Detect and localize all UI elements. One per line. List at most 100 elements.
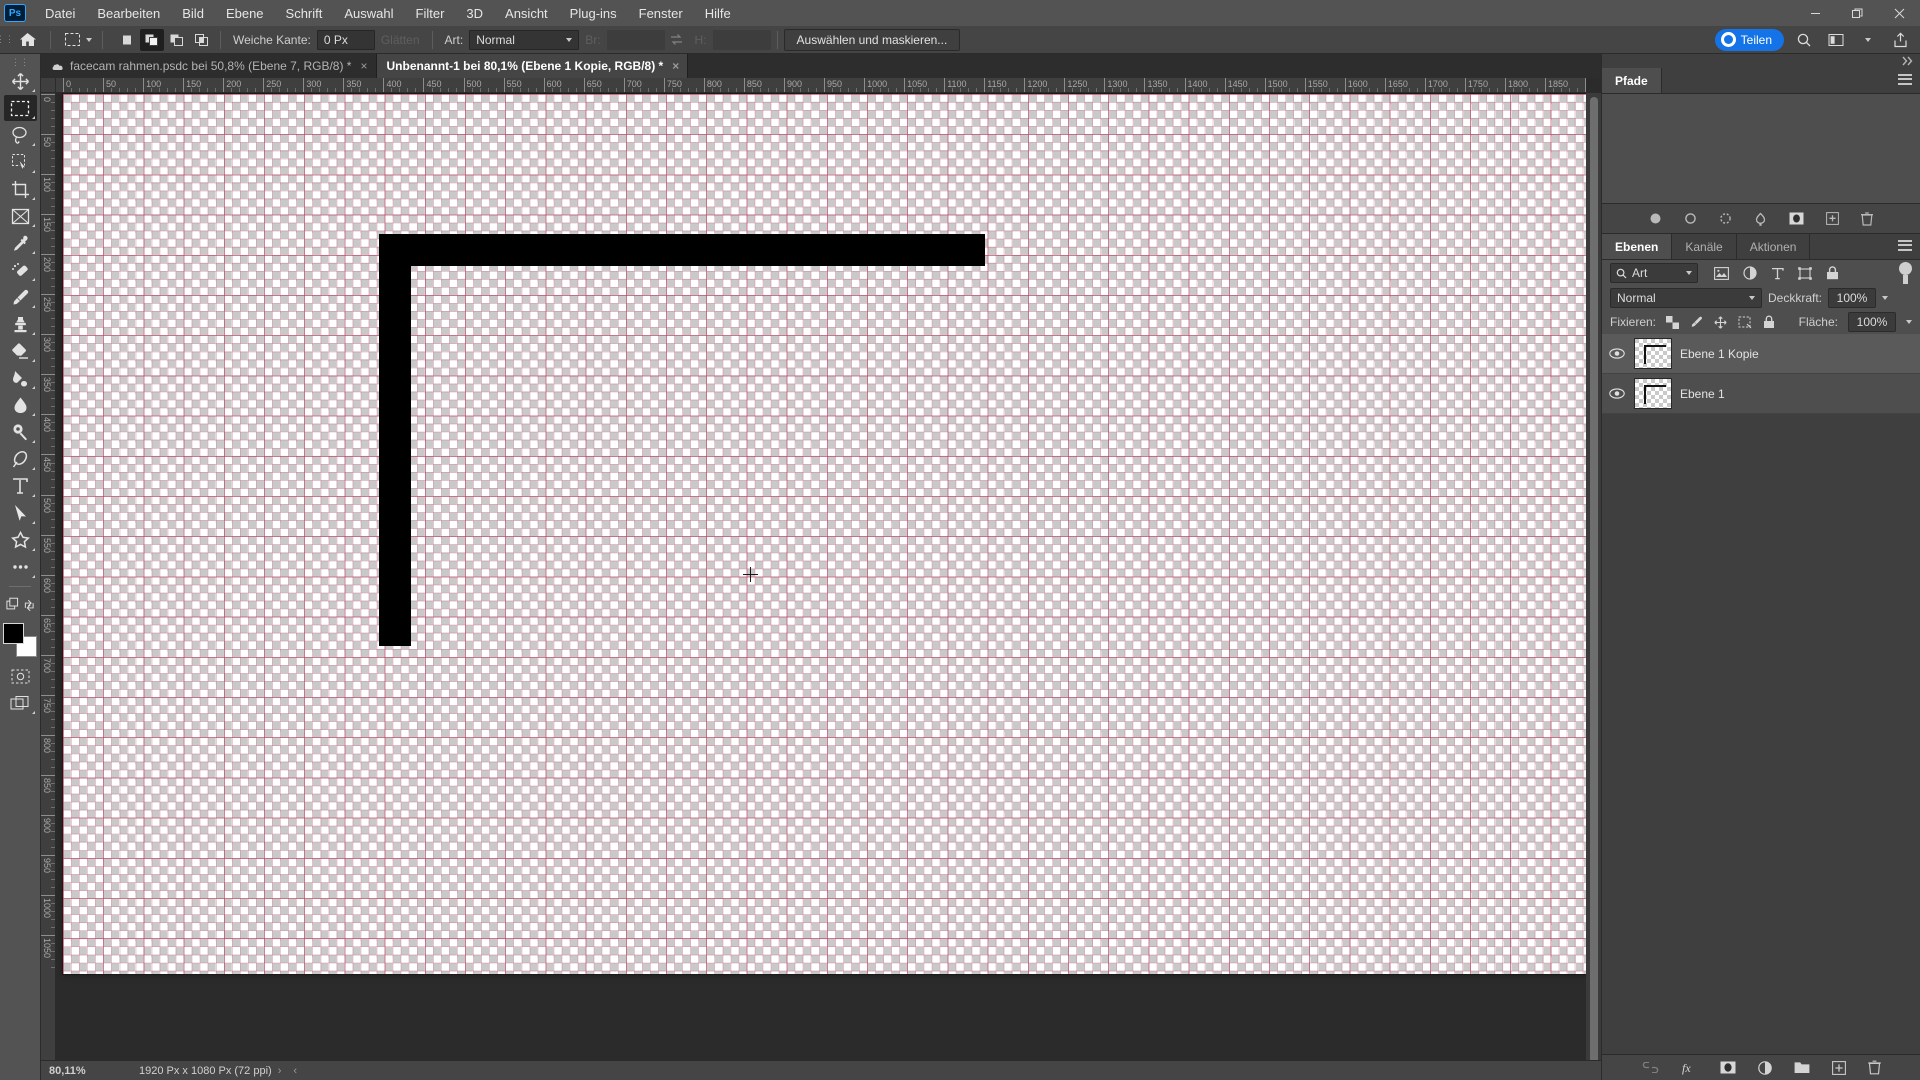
vertical-scrollbar-thumb[interactable]	[1590, 97, 1598, 1080]
style-select[interactable]: Normal	[469, 29, 580, 50]
add-layer-mask-icon[interactable]	[1720, 1061, 1736, 1074]
menu-ansicht[interactable]: Ansicht	[494, 2, 559, 25]
home-icon[interactable]	[10, 26, 44, 54]
stroke-path-icon[interactable]	[1684, 212, 1697, 225]
menu-auswahl[interactable]: Auswahl	[333, 2, 404, 25]
toolbar-grip[interactable]: ⋮⋮	[11, 58, 29, 68]
smart-object-icon[interactable]	[1826, 266, 1839, 280]
new-adjustment-layer-icon[interactable]	[1758, 1060, 1772, 1075]
select-and-mask-button[interactable]: Auswählen und maskieren...	[783, 28, 961, 51]
status-next-icon[interactable]: ›	[272, 1065, 288, 1077]
width-input[interactable]	[606, 29, 665, 50]
layer-style-fx-icon[interactable]: fx	[1681, 1061, 1698, 1075]
menu-schrift[interactable]: Schrift	[275, 2, 334, 25]
swap-dimensions-icon[interactable]	[665, 28, 689, 52]
new-layer-icon[interactable]	[1832, 1060, 1846, 1075]
intersect-selection-button[interactable]	[190, 29, 214, 51]
ruler-corner[interactable]	[41, 78, 56, 93]
foreground-color-swatch[interactable]	[3, 623, 24, 644]
antialias-label[interactable]: Glätten	[375, 33, 426, 47]
panel-menu-icon[interactable]	[1898, 239, 1912, 254]
vertical-scrollbar[interactable]	[1586, 93, 1601, 1080]
close-icon[interactable]: ×	[672, 59, 679, 73]
more-tools-button[interactable]	[4, 554, 37, 580]
crop-tool[interactable]	[4, 176, 37, 202]
menu-hilfe[interactable]: Hilfe	[694, 2, 742, 25]
spot-healing-brush-tool[interactable]	[4, 257, 37, 283]
tab-facecam-rahmen[interactable]: facecam rahmen.psdc bei 50,8% (Ebene 7, …	[41, 54, 377, 78]
screen-mode-icon[interactable]	[4, 690, 37, 716]
color-swatches[interactable]	[3, 623, 37, 657]
quick-mask-icon[interactable]	[4, 663, 37, 689]
link-layers-icon[interactable]	[1642, 1062, 1659, 1073]
layer-thumbnail[interactable]	[1634, 338, 1672, 369]
edit-toolbar-row[interactable]	[4, 592, 37, 618]
new-group-icon[interactable]	[1794, 1061, 1810, 1074]
zoom-level[interactable]: 80,11%	[41, 1065, 111, 1077]
eyedropper-tool[interactable]	[4, 230, 37, 256]
close-button[interactable]	[1878, 0, 1920, 26]
move-tool[interactable]	[4, 68, 37, 94]
menu-filter[interactable]: Filter	[405, 2, 456, 25]
fill-path-icon[interactable]	[1649, 212, 1662, 225]
tab-aktionen[interactable]: Aktionen	[1736, 234, 1811, 259]
share-export-icon[interactable]	[1888, 28, 1912, 52]
menu-datei[interactable]: Datei	[34, 2, 86, 25]
tab-unbenannt-1[interactable]: Unbenannt-1 bei 80,1% (Ebene 1 Kopie, RG…	[376, 54, 689, 78]
add-to-selection-button[interactable]	[140, 28, 164, 51]
chevron-down-icon[interactable]	[1882, 296, 1889, 300]
lock-position-icon[interactable]	[1714, 315, 1727, 329]
close-icon[interactable]: ×	[360, 59, 367, 73]
menu-bearbeiten[interactable]: Bearbeiten	[86, 2, 171, 25]
layer-name[interactable]: Ebene 1	[1680, 387, 1725, 401]
tab-ebenen[interactable]: Ebenen	[1602, 234, 1673, 259]
type-tool[interactable]	[4, 473, 37, 499]
make-work-path-icon[interactable]	[1754, 212, 1767, 226]
workspace-icon[interactable]	[1824, 28, 1848, 52]
share-button[interactable]: Teilen	[1714, 28, 1784, 51]
type-layer-icon[interactable]	[1771, 267, 1784, 280]
menu-fenster[interactable]: Fenster	[628, 2, 694, 25]
layer-filter-select[interactable]: Art	[1610, 263, 1698, 283]
brush-tool[interactable]	[4, 284, 37, 310]
opacity-value[interactable]: 100%	[1828, 288, 1877, 308]
filter-toggle-switch[interactable]	[1899, 262, 1912, 284]
minimize-button[interactable]	[1794, 0, 1836, 26]
layer-row-ebene-1[interactable]: Ebene 1	[1602, 374, 1920, 414]
tool-preset-picker[interactable]	[57, 30, 96, 50]
delete-path-icon[interactable]	[1861, 211, 1873, 226]
lock-transparent-pixels-icon[interactable]	[1666, 315, 1680, 329]
lock-artboard-nesting-icon[interactable]	[1738, 316, 1752, 329]
restore-button[interactable]	[1836, 0, 1878, 26]
tab-kanaele[interactable]: Kanäle	[1672, 234, 1737, 259]
menu-bild[interactable]: Bild	[171, 2, 215, 25]
canvas-stage[interactable]	[56, 93, 1586, 1062]
panel-menu-icon[interactable]	[1898, 73, 1912, 88]
adjustment-layer-icon[interactable]	[1743, 266, 1757, 280]
delete-layer-icon[interactable]	[1868, 1060, 1881, 1075]
new-selection-button[interactable]	[115, 29, 139, 51]
horizontal-ruler[interactable]: 0 50 100 150 200 250 300 350 400 450 500 550 600 650 7…	[56, 78, 1586, 93]
subtract-from-selection-button[interactable]	[165, 29, 189, 51]
pen-tool[interactable]	[4, 446, 37, 472]
pixel-layer-icon[interactable]	[1714, 266, 1729, 280]
load-selection-icon[interactable]	[1719, 212, 1732, 225]
paths-list[interactable]	[1602, 94, 1920, 204]
tab-pfade[interactable]: Pfade	[1602, 68, 1662, 93]
feather-input[interactable]: 0 Px	[316, 29, 375, 50]
gradient-tool[interactable]	[4, 365, 37, 391]
add-layer-mask-icon[interactable]	[1789, 212, 1804, 225]
layer-visibility-icon[interactable]	[1608, 348, 1626, 359]
height-input[interactable]	[712, 29, 771, 50]
menu-3d[interactable]: 3D	[455, 2, 494, 25]
fill-value[interactable]: 100%	[1848, 312, 1896, 332]
eraser-tool[interactable]	[4, 338, 37, 364]
path-selection-tool[interactable]	[4, 500, 37, 526]
document-canvas[interactable]	[63, 94, 1586, 974]
lasso-tool[interactable]	[4, 122, 37, 148]
layer-row-ebene-1-kopie[interactable]: Ebene 1 Kopie	[1602, 334, 1920, 374]
blend-mode-select[interactable]: Normal	[1610, 288, 1762, 308]
new-path-icon[interactable]	[1826, 212, 1839, 225]
frame-tool[interactable]	[4, 203, 37, 229]
object-selection-tool[interactable]	[4, 149, 37, 175]
